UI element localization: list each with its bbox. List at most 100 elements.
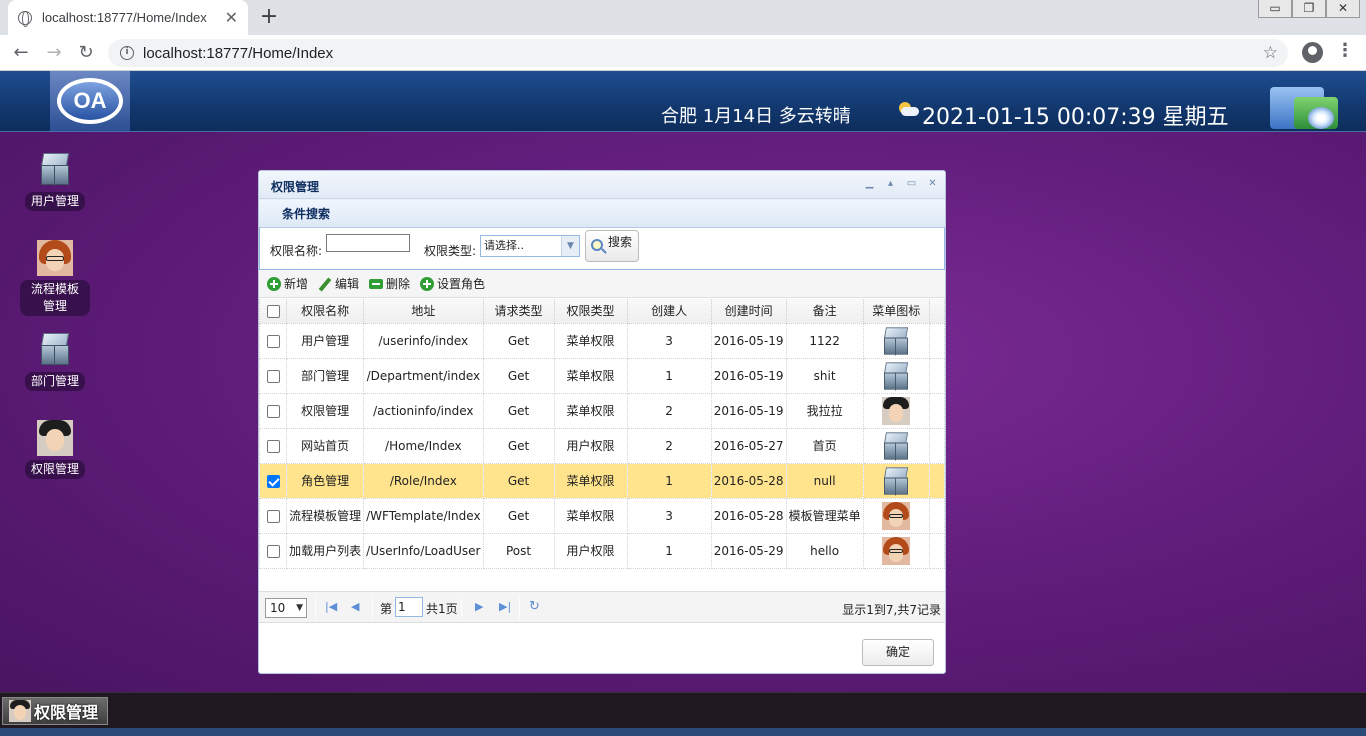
desktop-icon-department-management[interactable]: 部门管理 <box>20 332 90 391</box>
select-all-checkbox[interactable] <box>266 304 280 318</box>
pager: 10 |◀ ◀ 第 1 共1页 ▶ ▶| ↻ 显示1到7,共7记录 <box>259 591 945 623</box>
row-checkbox[interactable] <box>266 369 280 383</box>
page-number-input[interactable]: 1 <box>395 597 423 617</box>
logo-text: OA <box>57 78 123 124</box>
table-row[interactable]: 用户管理/userinfo/index Get 菜单权限 3 2016-05-19 112… <box>259 322 945 359</box>
delete-button[interactable]: 删除 <box>369 275 410 292</box>
row-checkbox-cell[interactable] <box>259 462 288 499</box>
globe-icon <box>18 10 32 27</box>
cell-url: /UserInfo/LoadUser <box>363 532 484 569</box>
window-minimize-icon[interactable]: ▁ <box>863 177 876 190</box>
row-checkbox[interactable] <box>266 404 280 418</box>
add-label: 新增 <box>284 277 309 291</box>
permission-window: 权限管理 ▁ ▴ ▭ ✕ 条件搜索 权限名称: 权限类型: 请选择.. ▼ 搜索… <box>258 170 946 674</box>
cell-method: Get <box>482 427 555 464</box>
cube-icon <box>882 361 911 390</box>
refresh-icon[interactable]: ↻ <box>529 599 540 614</box>
desktop-icon-permission-management[interactable]: 权限管理 <box>20 420 90 479</box>
row-checkbox-cell[interactable] <box>259 532 288 569</box>
back-arrow-icon[interactable]: ← <box>9 41 33 65</box>
close-window-button[interactable]: ✕ <box>1326 0 1360 18</box>
site-info-icon[interactable]: i <box>120 46 134 60</box>
window-close-icon[interactable]: ✕ <box>926 177 939 190</box>
row-checkbox-cell[interactable] <box>259 427 288 464</box>
row-checkbox[interactable] <box>266 439 280 453</box>
prev-page-icon[interactable]: ◀ <box>351 600 359 613</box>
table-row[interactable]: 权限管理/actioninfo/index Get 菜单权限 2 2016-05-19 我… <box>259 392 945 429</box>
table-row[interactable]: 流程模板管理/WFTemplate/Index Get 菜单权限 3 2016-05-2… <box>259 497 945 534</box>
minimize-button[interactable]: ▭ <box>1258 0 1292 18</box>
column-header[interactable]: 创建时间 <box>710 299 787 324</box>
account-icon[interactable] <box>1302 42 1323 63</box>
row-checkbox-cell[interactable] <box>259 357 288 394</box>
taskbar-item-permission-management[interactable]: 权限管理 <box>2 697 108 725</box>
window-collapse-icon[interactable]: ▴ <box>884 177 897 190</box>
row-checkbox[interactable] <box>266 544 280 558</box>
row-checkbox[interactable] <box>266 509 280 523</box>
column-header[interactable]: 权限名称 <box>286 299 365 324</box>
add-button[interactable]: 新增 <box>267 275 308 292</box>
column-header[interactable]: 菜单图标 <box>862 299 930 324</box>
table-row[interactable]: 角色管理/Role/Index Get 菜单权限 1 2016-05-28 null <box>259 462 945 499</box>
cell-filler <box>928 392 945 429</box>
url-text[interactable]: localhost:18777/Home/Index <box>143 45 1263 62</box>
page-size-select[interactable]: 10 <box>265 598 307 618</box>
column-header[interactable]: 请求类型 <box>482 299 555 324</box>
next-page-icon[interactable]: ▶ <box>475 600 483 613</box>
cell-url: /WFTemplate/Index <box>363 497 484 534</box>
cell-creator: 2 <box>626 392 712 429</box>
table-row[interactable]: 网站首页/Home/Index Get 用户权限 2 2016-05-27 首页 <box>259 427 945 464</box>
column-header[interactable]: 地址 <box>363 299 484 324</box>
last-page-icon[interactable]: ▶| <box>499 600 511 613</box>
desktop-icon-workflow-template[interactable]: 流程模板管理 <box>20 240 90 316</box>
first-page-icon[interactable]: |◀ <box>325 600 337 613</box>
window-title: 权限管理 <box>271 180 320 194</box>
column-header[interactable]: 创建人 <box>626 299 712 324</box>
desktop-icon-label: 流程模板管理 <box>20 280 90 316</box>
cell-creator: 2 <box>626 427 712 464</box>
new-tab-button[interactable]: + <box>256 5 282 31</box>
window-maximize-icon[interactable]: ▭ <box>905 177 918 190</box>
search-panel-title: 条件搜索 <box>259 199 945 228</box>
desktop-icon-user-management[interactable]: 用户管理 <box>20 152 90 211</box>
cell-method: Post <box>482 532 555 569</box>
forward-arrow-icon[interactable]: → <box>42 41 66 65</box>
permission-type-select[interactable]: 请选择.. ▼ <box>480 235 580 257</box>
cell-url: /userinfo/index <box>363 322 484 359</box>
table-row[interactable]: 加载用户列表/UserInfo/LoadUser Post 用户权限 1 2016-05… <box>259 532 945 569</box>
maximize-button[interactable]: ❐ <box>1292 0 1326 18</box>
permission-grid: 权限名称 地址 请求类型 权限类型 创建人 创建时间 备注 菜单图标 用户管理 /… <box>259 299 945 569</box>
url-omnibox[interactable]: i localhost:18777/Home/Index ☆ <box>108 39 1288 67</box>
column-header[interactable]: 备注 <box>785 299 864 324</box>
set-role-button[interactable]: 设置角色 <box>420 275 485 292</box>
clock-text: 2021-01-15 00:07:39 星期五 <box>922 105 1229 130</box>
set-role-label: 设置角色 <box>437 277 486 291</box>
cell-remark: null <box>785 462 864 499</box>
tab-close-icon[interactable]: ✕ <box>225 8 238 27</box>
edit-button[interactable]: 编辑 <box>318 275 359 292</box>
cell-name: 加载用户列表 <box>286 532 365 569</box>
browser-menu-icon[interactable]: ⋮ <box>1336 40 1354 61</box>
row-checkbox-cell[interactable] <box>259 392 288 429</box>
reload-icon[interactable]: ↻ <box>74 41 98 65</box>
pencil-icon <box>318 277 332 291</box>
cell-menu-icon <box>862 532 930 569</box>
chevron-down-icon: ▼ <box>561 236 579 256</box>
search-button[interactable]: 搜索 <box>585 230 639 262</box>
browser-tab[interactable]: localhost:18777/Home/Index ✕ <box>8 0 248 35</box>
row-checkbox[interactable] <box>266 474 280 488</box>
ok-button[interactable]: 确定 <box>862 639 934 666</box>
select-all-checkbox-cell[interactable] <box>259 299 288 324</box>
cell-creator: 3 <box>626 322 712 359</box>
row-checkbox[interactable] <box>266 334 280 348</box>
window-titlebar[interactable]: 权限管理 ▁ ▴ ▭ ✕ <box>259 171 945 199</box>
table-row[interactable]: 部门管理/Department/index Get 菜单权限 1 2016-05-19 s… <box>259 357 945 394</box>
female-avatar-icon <box>882 536 911 565</box>
permission-name-input[interactable] <box>326 234 410 252</box>
bookmark-star-icon[interactable]: ☆ <box>1263 43 1278 63</box>
cell-remark: shit <box>785 357 864 394</box>
row-checkbox-cell[interactable] <box>259 322 288 359</box>
cell-creator: 1 <box>626 462 712 499</box>
column-header[interactable]: 权限类型 <box>553 299 628 324</box>
row-checkbox-cell[interactable] <box>259 497 288 534</box>
